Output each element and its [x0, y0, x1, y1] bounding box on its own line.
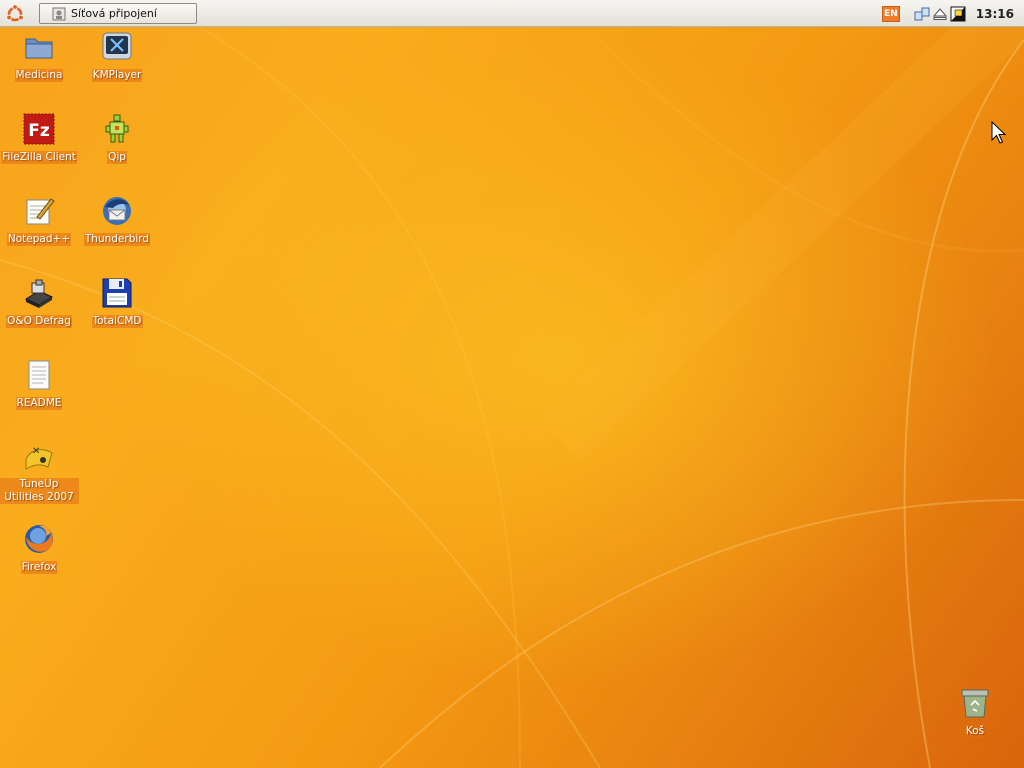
keyboard-layout-indicator[interactable]: EN [881, 5, 900, 22]
desktop-icon-label: O&O Defrag [6, 315, 72, 328]
desktop-icon-oo-defrag[interactable]: O&O Defrag [0, 277, 79, 328]
network-connections-icon [52, 7, 66, 20]
desktop-icon-label: Medicina [14, 69, 64, 82]
defrag-icon [24, 279, 54, 308]
desktop-icon-trash[interactable]: Koš [935, 687, 1015, 738]
desktop-icon-label: Qip [107, 151, 127, 164]
qip-icon [105, 114, 129, 143]
desktop-icon-label: Thunderbird [83, 233, 151, 246]
desktop-icon-label: TuneUp Utilities 2007 [0, 478, 79, 504]
desktop-icon-firefox[interactable]: Firefox [0, 523, 79, 574]
svg-text:Fz: Fz [28, 121, 50, 141]
text-document-icon [28, 360, 50, 390]
desktop-icon-qip[interactable]: Qip [77, 113, 157, 164]
desktop-icon-label: Notepad++ [6, 233, 72, 246]
mouse-pointer-icon [991, 121, 1007, 144]
desktop-icon-label: Koš [964, 725, 986, 738]
folder-icon [25, 38, 53, 59]
network-manager-icon[interactable] [914, 6, 930, 22]
tuneup-icon: ✕ [25, 446, 53, 470]
filezilla-icon: Fz [23, 113, 55, 145]
battery-power-icon[interactable] [950, 6, 966, 22]
desktop-icon-medicina[interactable]: Medicina [0, 31, 79, 82]
clock[interactable]: 13:16 [976, 7, 1014, 21]
taskbar-window-label: Síťová připojení [71, 7, 157, 20]
eject-icon[interactable] [932, 6, 948, 22]
desktop-icon-readme[interactable]: README [0, 359, 79, 410]
desktop-icon-thunderbird[interactable]: Thunderbird [77, 195, 157, 246]
notepad-icon [26, 198, 55, 225]
desktop-icon-totalcmd[interactable]: TotalCMD [77, 277, 157, 328]
desktop-icon-filezilla[interactable]: Fz FileZilla Client [0, 113, 79, 164]
desktop-icon-kmplayer[interactable]: KMPlayer [77, 31, 157, 82]
desktop-icon-label: KMPlayer [91, 69, 143, 82]
ubuntu-logo-icon [6, 3, 24, 21]
thunderbird-icon [103, 197, 131, 225]
svg-text:✕: ✕ [32, 446, 40, 457]
desktop-icon-label: README [15, 397, 63, 410]
desktop-icon-notepad[interactable]: Notepad++ [0, 195, 79, 246]
system-tray: EN 13:16 [881, 0, 1024, 27]
firefox-icon [25, 525, 53, 553]
desktop-icon-tuneup[interactable]: ✕ TuneUp Utilities 2007 [0, 441, 79, 504]
desktop-icon-label: FileZilla Client [1, 151, 77, 164]
kmplayer-icon [102, 32, 132, 60]
ubuntu-menu-button[interactable] [4, 3, 26, 24]
desktop[interactable]: Síťová připojení EN 13:16 Medicina Fz Fi… [0, 0, 1024, 768]
floppy-disk-icon [102, 278, 132, 308]
trash-icon [961, 689, 989, 718]
desktop-icon-label: Firefox [20, 561, 58, 574]
taskbar-window-button[interactable]: Síťová připojení [39, 3, 197, 24]
top-panel: Síťová připojení EN 13:16 [0, 0, 1024, 27]
desktop-icon-label: TotalCMD [91, 315, 143, 328]
